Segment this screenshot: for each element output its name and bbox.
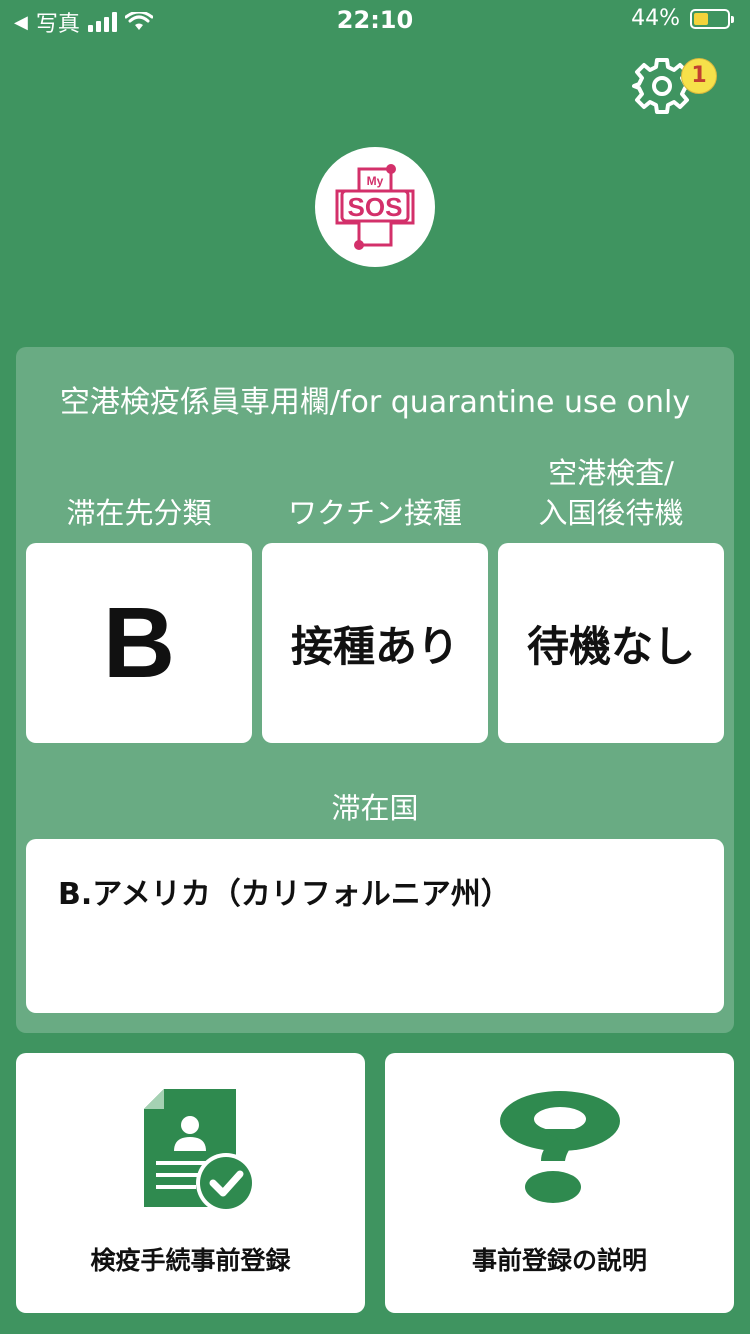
pre-registration-button[interactable]: 検疫手続事前登録	[16, 1053, 365, 1313]
pre-registration-label: 検疫手続事前登録	[90, 1246, 291, 1275]
document-check-icon	[144, 1089, 256, 1213]
country-box: B.アメリカ（カリフォルニア州）	[26, 839, 724, 1013]
vaccination-value: 接種あり	[262, 543, 488, 743]
question-mark-icon	[500, 1091, 620, 1203]
mysos-logo: My SOS	[315, 147, 435, 267]
gear-icon[interactable]	[632, 56, 692, 116]
column-label-line: 滞在先分類	[66, 496, 212, 530]
battery-percent: 44%	[631, 6, 680, 31]
country-label: 滞在国	[331, 791, 419, 825]
column-label-line: ワクチン接種	[287, 496, 462, 530]
registration-help-label: 事前登録の説明	[471, 1246, 647, 1275]
stay-category-value: B	[26, 543, 252, 743]
logo-cross-icon: My SOS	[335, 164, 415, 250]
panel-title: 空港検疫係員専用欄/for quarantine use only	[59, 385, 691, 420]
column-label-line: 空港検査/	[548, 456, 674, 490]
column-label-line: 入国後待機	[538, 496, 684, 530]
notification-badge: 1	[681, 58, 717, 94]
logo-top-text: My	[367, 174, 384, 188]
quarantine-panel: 空港検疫係員専用欄/for quarantine use only 滞在先分類 …	[16, 347, 734, 1033]
column-label-waiting: 空港検査/ 入国後待機	[498, 453, 724, 533]
registration-help-button[interactable]: 事前登録の説明	[385, 1053, 734, 1313]
waiting-value: 待機なし	[498, 543, 724, 743]
column-label-vaccination: ワクチン接種	[262, 493, 488, 533]
status-bar: ◀ 写真 22:10 44%	[0, 0, 750, 42]
battery-icon	[690, 8, 734, 29]
logo-main-text: SOS	[348, 192, 403, 222]
column-label-stay-category: 滞在先分類	[26, 493, 252, 533]
country-value: B.アメリカ（カリフォルニア州）	[58, 877, 511, 912]
